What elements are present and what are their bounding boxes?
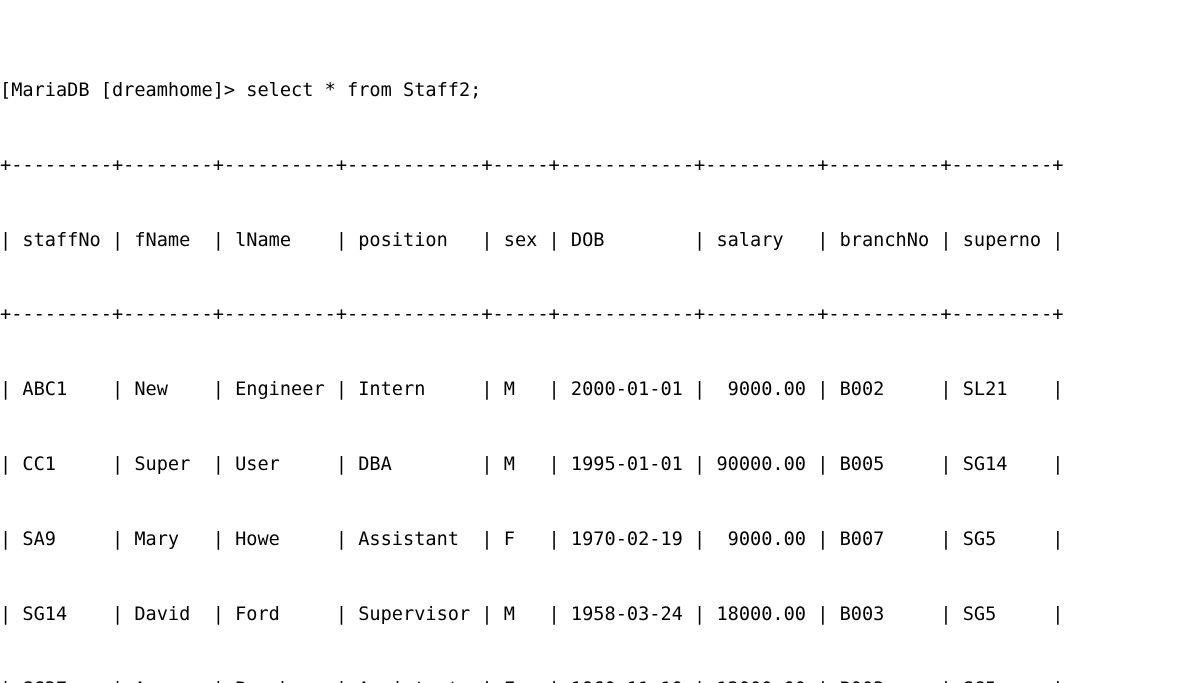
table-row: | SA9 | Mary | Howe | Assistant | F | 19… [0, 528, 1064, 550]
table-row: | ABC1 | New | Engineer | Intern | M | 2… [0, 379, 1064, 401]
staff-table-separator-mid: +---------+--------+----------+---------… [0, 304, 1064, 326]
terminal-output: [MariaDB [dreamhome]> select * from Staf… [0, 4, 1200, 683]
terminal-window[interactable]: +---------+--------+ [MariaDB [dreamhome… [0, 0, 1200, 683]
prompt-line-staff2: [MariaDB [dreamhome]> select * from Staf… [0, 79, 482, 101]
table-row: | SG14 | David | Ford | Supervisor | M |… [0, 603, 1064, 625]
staff-table-header: | staffNo | fName | lName | position | s… [0, 229, 1064, 251]
staff-table-separator-top: +---------+--------+----------+---------… [0, 154, 1064, 176]
table-row: | CC1 | Super | User | DBA | M | 1995-01… [0, 454, 1064, 476]
table-row: | SG37 | Ann | Beech | Assistant | F | 1… [0, 678, 1200, 683]
